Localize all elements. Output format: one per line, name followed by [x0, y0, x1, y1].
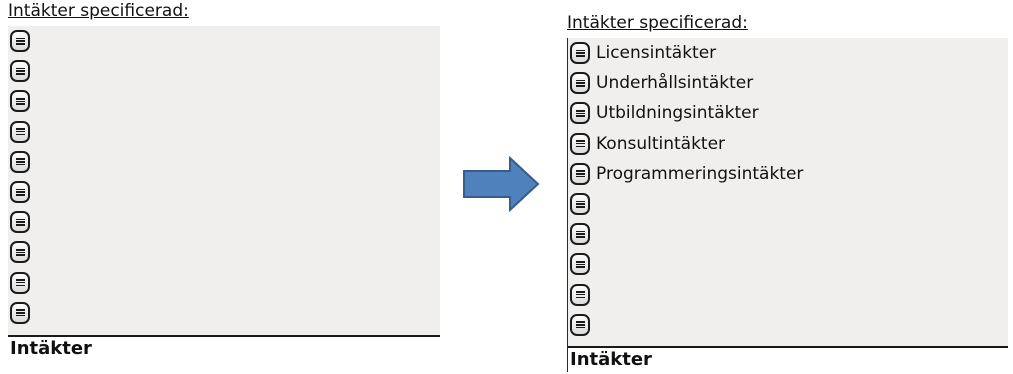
list-icon[interactable]	[570, 72, 590, 95]
list-item	[8, 56, 440, 86]
list-icon[interactable]	[570, 42, 590, 65]
list-icon[interactable]	[10, 30, 30, 53]
list-item	[8, 237, 440, 267]
list-item: Konsultintäkter	[568, 129, 1008, 159]
left-panel: Intäkter specificerad: Intäkter	[8, 0, 440, 361]
list-icon[interactable]	[570, 193, 590, 216]
list-icon[interactable]	[10, 271, 30, 294]
list-icon[interactable]	[570, 132, 590, 155]
right-panel: Intäkter specificerad: Licensintäkter Und…	[567, 12, 1008, 372]
section-heading: Intäkter specificerad:	[567, 13, 748, 33]
section-heading: Intäkter specificerad:	[8, 1, 189, 21]
list-icon[interactable]	[10, 120, 30, 143]
list-icon[interactable]	[570, 102, 590, 125]
list-item	[8, 177, 440, 207]
list-item	[568, 310, 1008, 340]
list-item	[568, 249, 1008, 279]
income-footer-label: Intäkter	[567, 346, 1008, 372]
right-arrow-icon	[463, 156, 540, 212]
list-item	[8, 207, 440, 237]
list-icon[interactable]	[570, 162, 590, 185]
list-item	[568, 189, 1008, 219]
list-icon[interactable]	[10, 301, 30, 324]
list-icon[interactable]	[570, 283, 590, 306]
list-item: Licensintäkter	[568, 38, 1008, 68]
list-icon[interactable]	[10, 241, 30, 264]
list-item-label: Konsultintäkter	[596, 133, 726, 154]
list-item: Programmeringsintäkter	[568, 159, 1008, 189]
list-item	[568, 280, 1008, 310]
list-item-label: Utbildningsintäkter	[596, 103, 759, 124]
list-icon[interactable]	[10, 181, 30, 204]
list-icon[interactable]	[570, 313, 590, 336]
income-footer-label: Intäkter	[8, 335, 440, 361]
list-item	[8, 86, 440, 116]
list-item-label: Underhållsintäkter	[596, 73, 754, 94]
income-list	[8, 26, 440, 335]
list-item: Underhållsintäkter	[568, 68, 1008, 98]
income-list: Licensintäkter Underhållsintäkter Utbildni…	[567, 38, 1008, 346]
list-item	[8, 147, 440, 177]
list-icon[interactable]	[570, 253, 590, 276]
list-icon[interactable]	[10, 150, 30, 173]
list-item	[8, 26, 440, 56]
list-icon[interactable]	[570, 223, 590, 246]
list-icon[interactable]	[10, 90, 30, 113]
list-icon[interactable]	[10, 211, 30, 234]
list-icon[interactable]	[10, 60, 30, 83]
list-item	[8, 268, 440, 298]
list-item-label: Licensintäkter	[596, 43, 717, 64]
list-item	[8, 298, 440, 328]
list-item: Utbildningsintäkter	[568, 98, 1008, 128]
list-item	[568, 219, 1008, 249]
list-item	[8, 117, 440, 147]
list-item-label: Programmeringsintäkter	[596, 163, 804, 184]
